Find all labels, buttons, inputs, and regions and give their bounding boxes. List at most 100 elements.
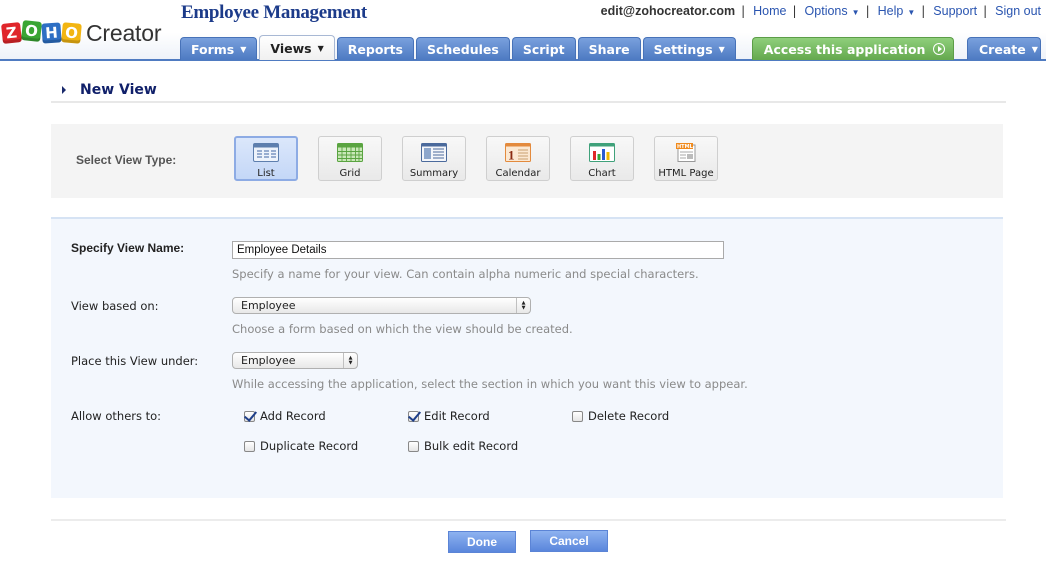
checkbox-label: Add Record	[260, 409, 326, 423]
tab-script[interactable]: Script	[511, 37, 576, 60]
view-type-panel: Select View Type: List Grid Summary 1 Ca…	[51, 124, 1003, 198]
based-on-value: Employee	[241, 299, 296, 312]
chevron-down-icon: ▼	[240, 44, 247, 54]
checkbox-unchecked-icon	[572, 410, 583, 422]
select-arrows-icon: ▲ ▼	[343, 353, 357, 368]
based-on-select[interactable]: Employee ▲ ▼	[232, 297, 531, 314]
view-type-label-text: Calendar	[495, 168, 541, 179]
view-type-label-text: List	[257, 168, 275, 179]
logo-letter: Z	[1, 22, 22, 44]
view-settings-form: Specify View Name: Specify a name for yo…	[51, 217, 1003, 498]
view-type-label-text: Chart	[588, 168, 616, 179]
options-link[interactable]: Options ▼	[805, 4, 860, 18]
access-application-button[interactable]: Access this application	[751, 37, 955, 60]
options-label: Options	[804, 4, 848, 18]
checkbox-checked-icon	[408, 410, 419, 422]
divider	[51, 519, 1006, 521]
based-on-hint: Choose a form based on which the view sh…	[232, 322, 573, 336]
calendar-icon: 1	[505, 143, 531, 162]
help-label: Help	[877, 4, 904, 18]
chart-icon	[589, 143, 615, 162]
checkbox-duplicate-record[interactable]: Duplicate Record	[244, 439, 358, 453]
html-badge-text: HTML	[677, 144, 694, 150]
view-name-hint: Specify a name for your view. Can contai…	[232, 267, 699, 281]
help-link[interactable]: Help ▼	[878, 4, 916, 18]
tab-label: Share	[588, 41, 630, 57]
view-type-chart[interactable]: Chart	[570, 136, 634, 181]
checkbox-unchecked-icon	[408, 440, 419, 452]
view-type-label-text: Grid	[339, 168, 361, 179]
tab-label: Script	[522, 41, 565, 57]
view-type-grid[interactable]: Grid	[318, 136, 382, 181]
home-link[interactable]: Home	[753, 4, 786, 18]
tab-forms[interactable]: Forms ▼	[180, 37, 258, 60]
tab-settings[interactable]: Settings ▼	[642, 37, 736, 60]
view-type-list[interactable]: List	[234, 136, 298, 181]
chevron-down-icon: ▼	[317, 43, 324, 53]
view-type-summary[interactable]: Summary	[402, 136, 466, 181]
tab-label: Settings	[653, 41, 713, 57]
checkbox-checked-icon	[244, 410, 255, 422]
divider	[51, 101, 1006, 103]
access-label: Access this application	[763, 41, 926, 57]
view-type-label-text: HTML Page	[658, 168, 714, 179]
user-email: edit@zohocreator.com	[600, 4, 736, 18]
separator: |	[921, 4, 926, 18]
page-title: New View	[62, 82, 157, 98]
grid-icon	[337, 143, 363, 162]
tab-reports[interactable]: Reports	[336, 37, 414, 60]
checkbox-unchecked-icon	[244, 440, 255, 452]
chevron-down-icon: ▼	[907, 8, 916, 17]
view-name-input[interactable]	[232, 241, 724, 259]
app-header: Z O H O Creator Employee Management edit…	[0, 0, 1046, 61]
main-tabs: Forms ▼ Views ▼ Reports Schedules Script S…	[180, 35, 1041, 60]
select-arrows-icon: ▲ ▼	[516, 298, 530, 313]
cancel-button[interactable]: Cancel	[530, 530, 608, 552]
separator: |	[865, 4, 870, 18]
chevron-down-icon: ▼	[718, 44, 725, 54]
support-link[interactable]: Support	[933, 4, 977, 18]
tab-label: Reports	[347, 41, 403, 57]
chevron-down-icon: ▼	[1031, 44, 1038, 54]
sign-out-link[interactable]: Sign out	[995, 4, 1041, 18]
checkbox-label: Bulk edit Record	[424, 439, 519, 453]
html-page-icon: HTML	[676, 143, 696, 162]
list-icon	[253, 143, 279, 162]
separator: |	[983, 4, 988, 18]
separator: |	[741, 4, 746, 18]
top-links: edit@zohocreator.com | Home | Options ▼ |…	[601, 4, 1041, 18]
tab-views[interactable]: Views ▼	[259, 35, 335, 60]
checkbox-label: Delete Record	[588, 409, 670, 423]
chevron-down-icon: ▼	[851, 8, 860, 17]
tab-share[interactable]: Share	[577, 37, 641, 60]
tab-schedules[interactable]: Schedules	[416, 37, 510, 60]
view-type-label-text: Summary	[409, 168, 459, 179]
place-under-label: Place this View under:	[71, 354, 199, 368]
checkbox-label: Edit Record	[424, 409, 490, 423]
checkbox-label: Duplicate Record	[260, 439, 359, 453]
view-type-label: Select View Type:	[76, 153, 177, 167]
logo-letter: O	[61, 22, 82, 44]
separator: |	[792, 4, 797, 18]
tab-label: Schedules	[427, 41, 499, 57]
checkbox-add-record[interactable]: Add Record	[244, 409, 326, 423]
create-button[interactable]: Create ▼	[967, 37, 1041, 60]
place-under-value: Employee	[241, 354, 296, 367]
checkbox-delete-record[interactable]: Delete Record	[572, 409, 669, 423]
place-under-hint: While accessing the application, select …	[232, 377, 748, 391]
checkbox-bulk-edit-record[interactable]: Bulk edit Record	[408, 439, 518, 453]
logo-letter: H	[41, 22, 62, 44]
view-type-calendar[interactable]: 1 Calendar	[486, 136, 550, 181]
logo-product-name: Creator	[86, 19, 162, 46]
app-title[interactable]: Employee Management	[181, 2, 367, 24]
checkbox-edit-record[interactable]: Edit Record	[408, 409, 490, 423]
view-type-html-page[interactable]: HTML HTML Page	[654, 136, 718, 181]
create-label: Create	[979, 41, 1026, 57]
based-on-label: View based on:	[71, 299, 159, 313]
page-title-text: New View	[80, 82, 157, 98]
done-button[interactable]: Done	[448, 531, 516, 553]
logo-letter: O	[21, 20, 42, 42]
zoho-creator-logo[interactable]: Z O H O Creator	[1, 19, 162, 47]
place-under-select[interactable]: Employee ▲ ▼	[232, 352, 358, 369]
triangle-right-icon	[62, 86, 66, 94]
